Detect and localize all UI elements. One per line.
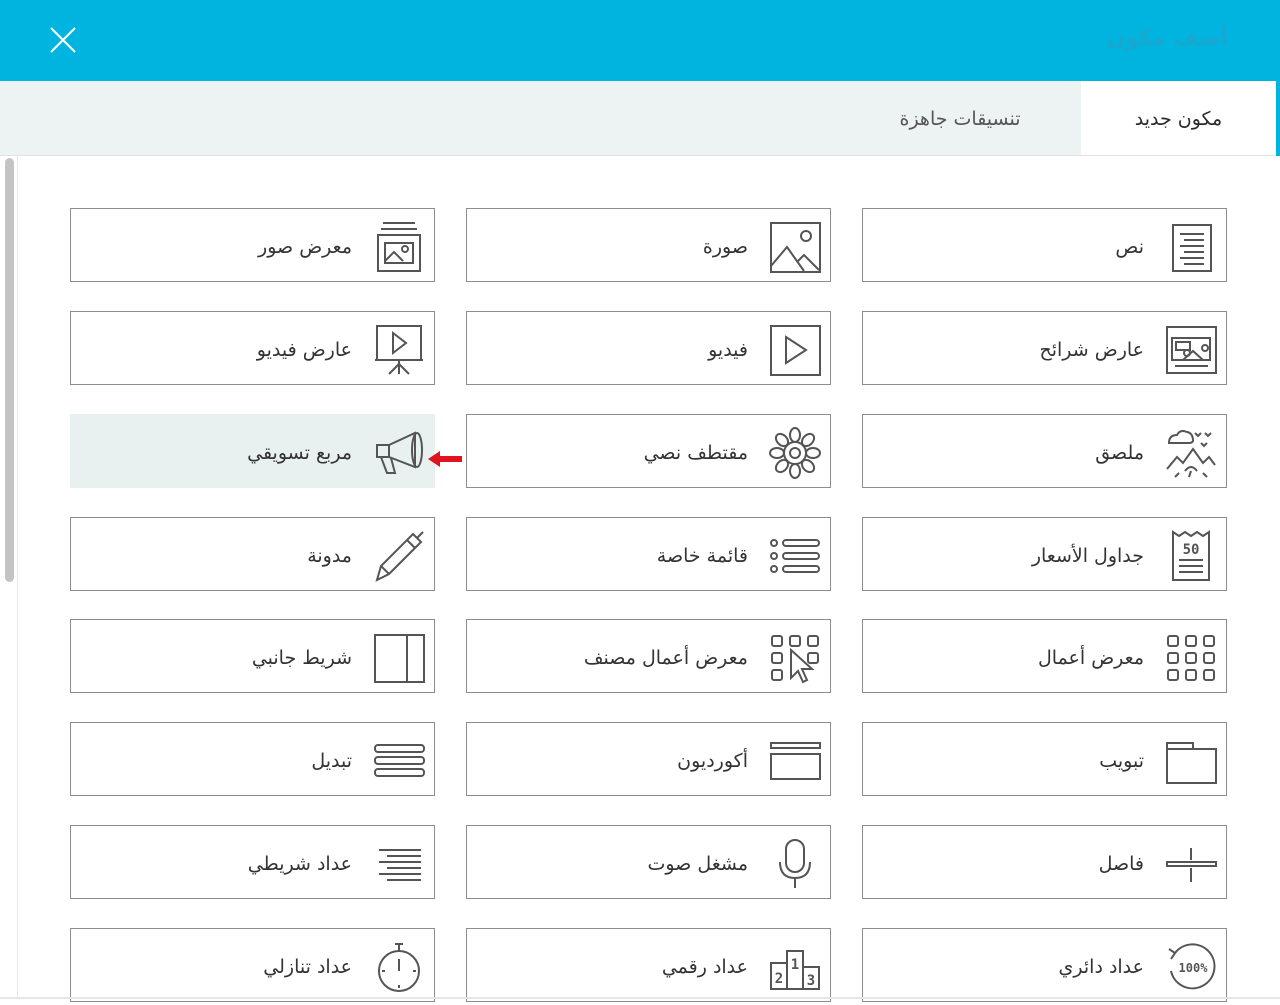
component-sticker[interactable]: ملصق bbox=[862, 414, 1227, 488]
component-label: جداول الأسعار bbox=[1031, 545, 1144, 567]
divider-icon bbox=[1166, 848, 1217, 882]
pointer-arrow-icon bbox=[428, 451, 462, 467]
component-label: معرض أعمال مصنف bbox=[583, 647, 748, 669]
podium-icon: 2 1 3 bbox=[770, 950, 820, 990]
gallery-icon bbox=[377, 222, 421, 272]
tab-new-component[interactable]: مكون جديد bbox=[1081, 81, 1276, 155]
component-label: عداد دائري bbox=[1058, 956, 1144, 978]
component-label: مدونة bbox=[307, 545, 352, 567]
component-filtered-portfolio[interactable]: معرض أعمال مصنف bbox=[466, 619, 831, 693]
component-label: قائمة خاصة bbox=[656, 545, 748, 567]
tab-bar: تنسيقات جاهزة مكون جديد bbox=[0, 81, 1280, 156]
component-label: تبويب bbox=[1099, 750, 1144, 772]
flower-icon bbox=[769, 427, 821, 479]
podium-first: 1 bbox=[791, 957, 799, 973]
tab-ready-layouts[interactable]: تنسيقات جاهزة bbox=[860, 81, 1060, 155]
stopwatch-icon bbox=[378, 943, 420, 992]
component-custom-list[interactable]: قائمة خاصة bbox=[466, 517, 831, 591]
component-label: عارض فيديو bbox=[256, 339, 352, 361]
component-bar-counter[interactable]: عداد شريطي bbox=[70, 825, 435, 899]
component-quote[interactable]: مقتطف نصي bbox=[466, 414, 831, 488]
component-number-counter[interactable]: 2 1 3 عداد رقمي bbox=[466, 928, 831, 1002]
component-label: ملصق bbox=[1095, 442, 1144, 464]
component-label: عارض شرائح bbox=[1039, 339, 1144, 361]
grid-icon bbox=[1167, 635, 1215, 681]
play-icon bbox=[770, 325, 821, 376]
component-image[interactable]: صورة bbox=[466, 208, 831, 282]
podium-second: 2 bbox=[775, 971, 783, 987]
pen-icon bbox=[375, 531, 424, 582]
price-value: 50 bbox=[1183, 542, 1200, 558]
align-lines-icon bbox=[379, 849, 421, 881]
modal-title: أضف مكون bbox=[1106, 26, 1228, 51]
component-portfolio[interactable]: معرض أعمال bbox=[862, 619, 1227, 693]
active-tab-edge bbox=[1276, 81, 1280, 156]
folder-tab-icon bbox=[1166, 742, 1217, 784]
circle-percent-icon: 100% bbox=[1168, 943, 1216, 990]
component-blog[interactable]: مدونة bbox=[70, 517, 435, 591]
close-icon[interactable] bbox=[46, 23, 80, 57]
component-label: مشغل صوت bbox=[647, 853, 748, 875]
component-circle-counter[interactable]: 100% عداد دائري bbox=[862, 928, 1227, 1002]
grid-cursor-icon bbox=[771, 635, 819, 684]
component-divider[interactable]: فاصل bbox=[862, 825, 1227, 899]
component-accordion[interactable]: أكورديون bbox=[466, 722, 831, 796]
component-label: تبديل bbox=[311, 750, 352, 772]
toggle-bars-icon bbox=[374, 744, 425, 777]
sidebar-layout-icon bbox=[374, 634, 425, 683]
text-document-icon bbox=[1172, 224, 1212, 272]
component-label: عداد شريطي bbox=[247, 853, 352, 875]
component-toggle[interactable]: تبديل bbox=[70, 722, 435, 796]
component-label: أكورديون bbox=[677, 750, 748, 772]
component-slider[interactable]: عارض شرائح bbox=[862, 311, 1227, 385]
microphone-icon bbox=[779, 839, 811, 888]
modal-header: أضف مكون bbox=[0, 0, 1280, 81]
component-video[interactable]: فيديو bbox=[466, 311, 831, 385]
content-divider bbox=[17, 156, 18, 999]
component-text[interactable]: نص bbox=[862, 208, 1227, 282]
list-icon bbox=[770, 539, 820, 573]
circle-percent-value: 100% bbox=[1179, 961, 1209, 975]
component-audio[interactable]: مشغل صوت bbox=[466, 825, 831, 899]
component-label: صورة bbox=[702, 236, 748, 258]
accordion-icon bbox=[770, 742, 821, 780]
component-label: معرض أعمال bbox=[1037, 647, 1144, 669]
component-label: فاصل bbox=[1098, 853, 1144, 875]
component-marketing-box[interactable]: مربع تسويقي bbox=[70, 414, 435, 488]
price-tag-icon: 50 bbox=[1172, 530, 1210, 581]
component-label: عداد تنازلي bbox=[263, 956, 352, 978]
component-price-tables[interactable]: 50 جداول الأسعار bbox=[862, 517, 1227, 591]
component-label: فيديو bbox=[708, 339, 748, 361]
component-video-viewer[interactable]: عارض فيديو bbox=[70, 311, 435, 385]
slider-icon bbox=[1166, 326, 1217, 374]
component-label: نص bbox=[1115, 236, 1144, 258]
presentation-icon bbox=[375, 325, 423, 375]
component-label: معرض صور bbox=[258, 236, 352, 258]
component-label: مقتطف نصي bbox=[643, 442, 748, 464]
component-label: شريط جانبي bbox=[251, 647, 352, 669]
component-tabs[interactable]: تبويب bbox=[862, 722, 1227, 796]
component-gallery[interactable]: معرض صور bbox=[70, 208, 435, 282]
landscape-icon bbox=[1166, 430, 1216, 478]
scrollbar-thumb[interactable] bbox=[5, 158, 14, 582]
image-icon bbox=[770, 222, 821, 273]
megaphone-icon bbox=[376, 431, 423, 474]
component-label: مربع تسويقي bbox=[247, 442, 352, 464]
component-sidebar[interactable]: شريط جانبي bbox=[70, 619, 435, 693]
component-countdown[interactable]: عداد تنازلي bbox=[70, 928, 435, 1002]
podium-third: 3 bbox=[807, 973, 815, 989]
component-label: عداد رقمي bbox=[661, 956, 748, 978]
